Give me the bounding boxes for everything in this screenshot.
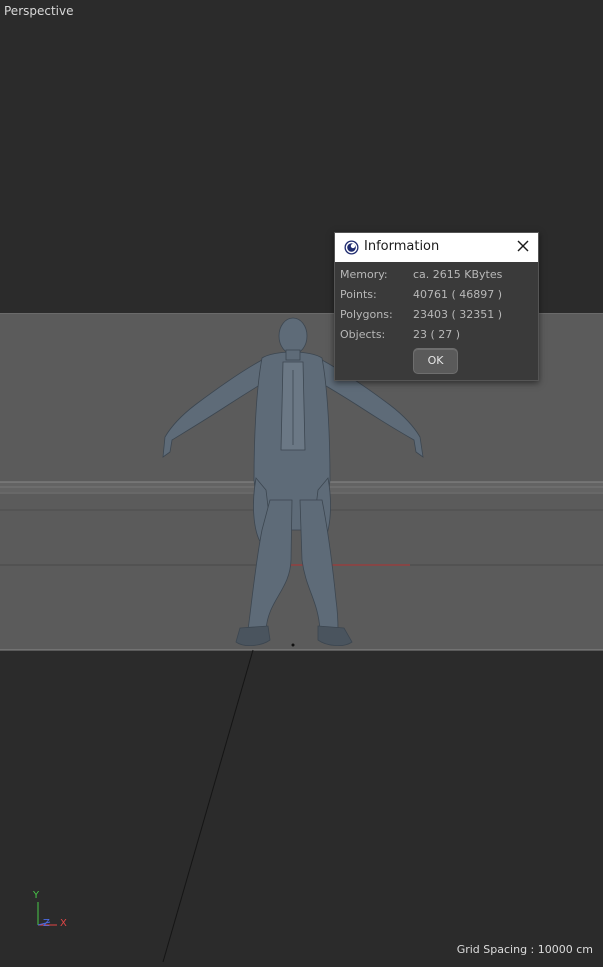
axis-gizmo: Y Z X: [30, 890, 75, 935]
dialog-titlebar[interactable]: Information: [335, 233, 538, 262]
3d-viewport[interactable]: Perspective Y Z X Grid Spacing : 10000 c…: [0, 0, 603, 963]
points-value: 40761 ( 46897 ): [413, 288, 503, 301]
objects-row: Objects: 23 ( 27 ): [340, 328, 530, 344]
close-icon[interactable]: [516, 239, 530, 253]
objects-value: 23 ( 27 ): [413, 328, 461, 341]
y-axis-label: Y: [33, 890, 40, 901]
polygons-label: Polygons:: [340, 308, 393, 321]
z-axis-label: Z: [43, 918, 50, 929]
information-dialog: Information Memory: ca. 2615 KBytes Poin…: [334, 232, 539, 381]
objects-label: Objects:: [340, 328, 386, 341]
memory-label: Memory:: [340, 268, 388, 281]
x-axis-label: X: [60, 918, 67, 929]
ok-button[interactable]: OK: [413, 348, 458, 374]
viewport-scene: [0, 0, 603, 963]
polygons-value: 23403 ( 32351 ): [413, 308, 503, 321]
cinema4d-logo-icon: [344, 240, 359, 255]
dialog-title: Information: [364, 239, 440, 254]
grid-spacing-readout: Grid Spacing : 10000 cm: [456, 943, 593, 956]
memory-row: Memory: ca. 2615 KBytes: [340, 268, 530, 284]
viewport-label: Perspective: [4, 4, 74, 18]
points-label: Points:: [340, 288, 377, 301]
polygons-row: Polygons: 23403 ( 32351 ): [340, 308, 530, 324]
points-row: Points: 40761 ( 46897 ): [340, 288, 530, 304]
memory-value: ca. 2615 KBytes: [413, 268, 503, 281]
